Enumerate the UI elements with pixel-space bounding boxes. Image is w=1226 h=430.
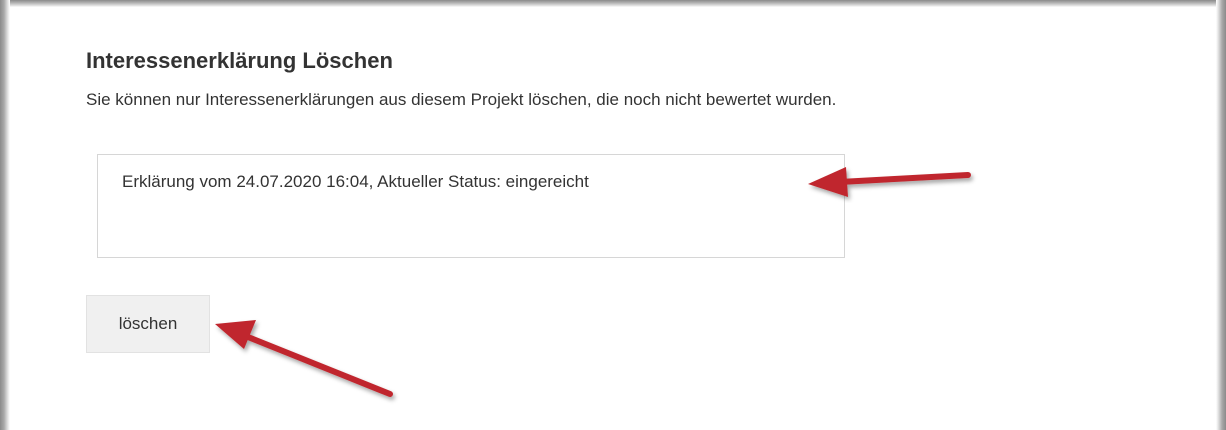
declaration-list-item[interactable]: Erklärung vom 24.07.2020 16:04, Aktuelle… (122, 172, 589, 192)
page-description: Sie können nur Interessenerklärungen aus… (86, 90, 837, 109)
arrow-to-delete-button (215, 320, 393, 397)
page-frame: Interessenerklärung Löschen Sie können n… (0, 0, 1226, 430)
frame-border-top (0, 0, 1226, 7)
frame-border-left (0, 0, 10, 430)
frame-border-right (1216, 0, 1226, 430)
delete-button[interactable]: löschen (86, 295, 210, 353)
declaration-list[interactable]: Erklärung vom 24.07.2020 16:04, Aktuelle… (97, 154, 845, 258)
page-title: Interessenerklärung Löschen (86, 48, 393, 73)
